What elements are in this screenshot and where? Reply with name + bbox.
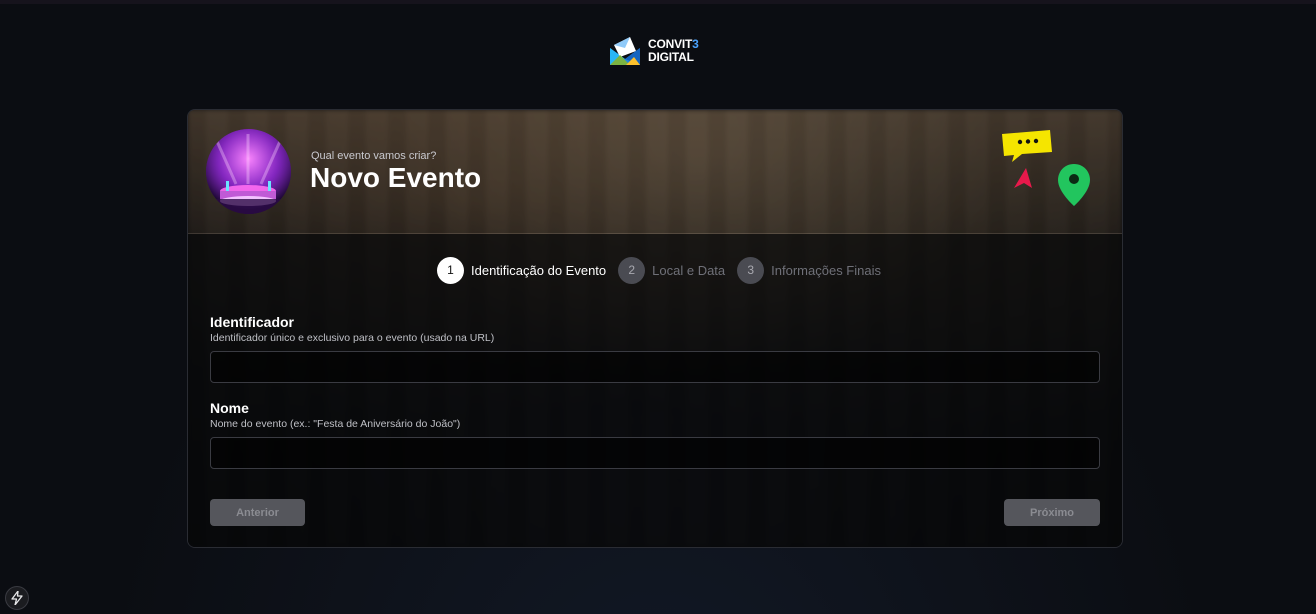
chat-bubble-icon (1002, 130, 1052, 162)
step-1[interactable]: 1 Identificação do Evento (437, 256, 607, 284)
next-button[interactable]: Próximo (1004, 499, 1100, 526)
lightning-bolt-icon (11, 591, 23, 605)
step-label: Identificação do Evento (471, 262, 607, 278)
map-pin-icon (1058, 164, 1090, 206)
step-2[interactable]: 2 Local e Data (618, 256, 726, 284)
step-number: 1 (437, 256, 464, 284)
top-bar (0, 0, 1316, 4)
brand-line2: DIGITAL (648, 50, 694, 64)
previous-button[interactable]: Anterior (210, 499, 305, 526)
page-title: Novo Evento (310, 162, 482, 193)
identifier-label: Identificador (210, 314, 295, 330)
step-number: 2 (618, 256, 646, 284)
new-event-card: Qual evento vamos criar? Novo Evento 1 I… (187, 109, 1123, 548)
name-input[interactable] (210, 437, 1100, 469)
stepper: 1 Identificação do Evento 2 Local e Data… (437, 256, 893, 284)
brand-line1: CONVIT (648, 37, 693, 51)
name-label: Nome (210, 400, 249, 416)
header-subtitle: Qual evento vamos criar? (311, 150, 437, 162)
identifier-input[interactable] (210, 351, 1100, 383)
card-header: Qual evento vamos criar? Novo Evento (188, 110, 1122, 234)
envelope-logo-icon (610, 37, 640, 65)
step-label: Informações Finais (771, 262, 881, 278)
header-decoration (1002, 130, 1090, 206)
arrow-cursor-icon (1014, 168, 1032, 188)
brand-wordmark: CONVIT3 DIGITAL (648, 38, 699, 64)
stage-illustration-icon (206, 129, 291, 214)
event-avatar (206, 129, 291, 214)
step-3[interactable]: 3 Informações Finais (737, 256, 881, 284)
name-help: Nome do evento (ex.: "Festa de Aniversár… (210, 418, 461, 430)
dev-tools-button[interactable] (5, 586, 29, 610)
brand-line1-accent: 3 (692, 37, 699, 51)
card-body: 1 Identificação do Evento 2 Local e Data… (188, 234, 1122, 547)
step-number: 3 (737, 256, 765, 284)
identifier-help: Identificador único e exclusivo para o e… (210, 332, 495, 344)
step-label: Local e Data (652, 262, 726, 278)
brand-logo[interactable]: CONVIT3 DIGITAL (608, 34, 708, 68)
